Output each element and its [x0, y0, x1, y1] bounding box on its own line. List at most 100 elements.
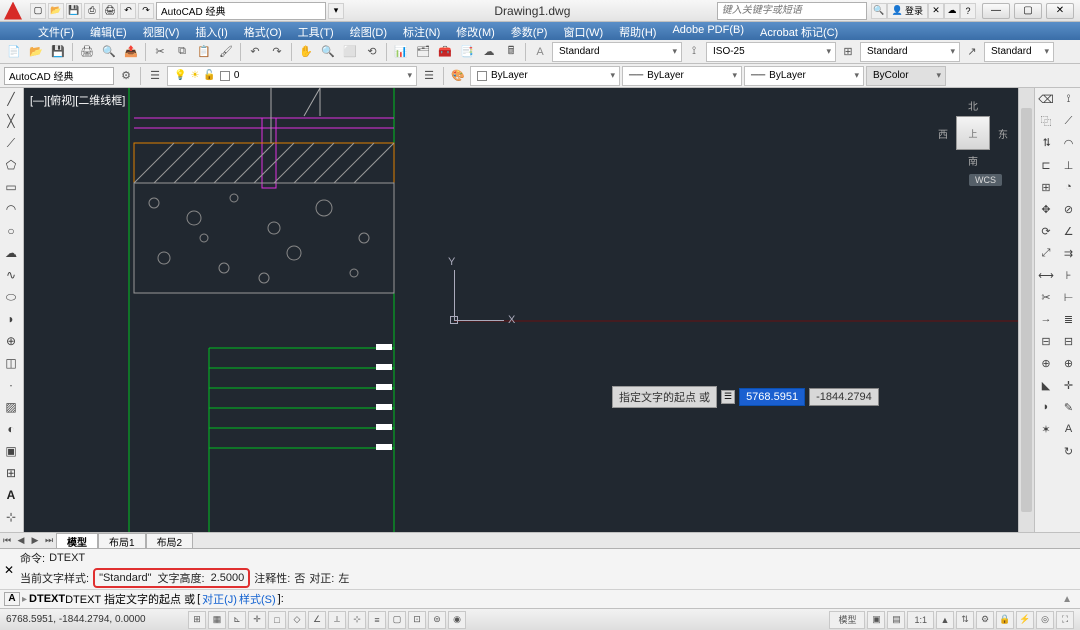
move-icon[interactable]: ✥: [1035, 198, 1057, 220]
saveas-icon[interactable]: ⎙: [84, 3, 100, 19]
zoom-icon[interactable]: 🔍: [318, 42, 338, 62]
vertical-scrollbar[interactable]: [1018, 88, 1034, 532]
workspace-combo-2[interactable]: AutoCAD 经典: [4, 67, 114, 85]
lwt-icon[interactable]: ≡: [368, 611, 386, 629]
menu-adobe-pdf[interactable]: Adobe PDF(B): [664, 22, 752, 40]
tolerance-icon[interactable]: ⊕: [1058, 352, 1080, 374]
dimarc-icon[interactable]: ◠: [1058, 132, 1080, 154]
qp-icon[interactable]: ⊡: [408, 611, 426, 629]
search-icon[interactable]: 🔍: [871, 3, 887, 19]
menu-file[interactable]: 文件(F): [30, 22, 82, 40]
line-icon[interactable]: ╱: [0, 88, 22, 110]
redo2-icon[interactable]: ↷: [267, 42, 287, 62]
help-icon[interactable]: ?: [960, 3, 976, 19]
zoom-window-icon[interactable]: ⬜: [340, 42, 360, 62]
exchange-icon[interactable]: ✕: [928, 3, 944, 19]
fillet-icon[interactable]: ◗: [1035, 396, 1057, 418]
markup-icon[interactable]: ☁: [479, 42, 499, 62]
dimbreak-icon[interactable]: ⊟: [1058, 330, 1080, 352]
view-cube[interactable]: 北 南 西 东 上: [938, 98, 1008, 168]
preview-icon[interactable]: 🔍: [99, 42, 119, 62]
match-icon[interactable]: 🖌: [216, 42, 236, 62]
qview-layouts-icon[interactable]: ▣: [867, 611, 885, 629]
menu-acrobat[interactable]: Acrobat 标记(C): [752, 22, 846, 40]
menu-draw[interactable]: 绘图(D): [342, 22, 395, 40]
menu-view[interactable]: 视图(V): [135, 22, 188, 40]
table-icon[interactable]: ⊞: [0, 462, 22, 484]
anno-auto-icon[interactable]: ⇅: [956, 611, 974, 629]
dynamic-input-menu-icon[interactable]: ☰: [721, 390, 735, 404]
zoom-prev-icon[interactable]: ⟲: [362, 42, 382, 62]
horizontal-scrollbar[interactable]: [193, 534, 1080, 548]
arc-icon[interactable]: ◠: [0, 198, 22, 220]
dimedit-icon[interactable]: ✎: [1058, 396, 1080, 418]
publish-icon[interactable]: 📤: [121, 42, 141, 62]
dimrad-icon[interactable]: ◔: [1058, 176, 1080, 198]
ortho-icon[interactable]: ⊾: [228, 611, 246, 629]
chamfer-icon[interactable]: ◣: [1035, 374, 1057, 396]
color-icon[interactable]: 🎨: [448, 66, 468, 86]
menu-edit[interactable]: 编辑(E): [82, 22, 135, 40]
menu-format[interactable]: 格式(O): [236, 22, 290, 40]
qdim-icon[interactable]: ⇉: [1058, 242, 1080, 264]
extend-icon[interactable]: →: [1035, 308, 1057, 330]
coordinates-display[interactable]: 6768.5951, -1844.2794, 0.0000: [6, 614, 186, 625]
ws-switch-icon[interactable]: ⚙: [976, 611, 994, 629]
ducs-icon[interactable]: ⟂: [328, 611, 346, 629]
linetype-dropdown[interactable]: ── ByLayer: [622, 66, 742, 86]
polar-icon[interactable]: ✛: [248, 611, 266, 629]
menu-insert[interactable]: 插入(I): [187, 22, 235, 40]
pline-icon[interactable]: ⟋: [0, 132, 22, 154]
am-icon[interactable]: ◉: [448, 611, 466, 629]
redo-icon[interactable]: ↷: [138, 3, 154, 19]
menu-dimension[interactable]: 标注(N): [395, 22, 448, 40]
erase-icon[interactable]: ⌫: [1035, 88, 1057, 110]
clean-screen-icon[interactable]: ⛶: [1056, 611, 1074, 629]
cut-icon[interactable]: ✂: [150, 42, 170, 62]
rectangle-icon[interactable]: ▭: [0, 176, 22, 198]
menu-parametric[interactable]: 参数(P): [503, 22, 556, 40]
mleader-style-dropdown[interactable]: Standard: [984, 42, 1054, 62]
3dosnap-icon[interactable]: ◇: [288, 611, 306, 629]
undo-icon[interactable]: ↶: [120, 3, 136, 19]
ellipse-icon[interactable]: ⬭: [0, 286, 22, 308]
drawing-canvas[interactable]: [—][俯视][二维线框]: [24, 88, 1018, 532]
point-icon[interactable]: ∙: [0, 374, 22, 396]
dimbase-icon[interactable]: ⊦: [1058, 264, 1080, 286]
command-icon[interactable]: A: [4, 592, 20, 606]
ssm-icon[interactable]: 📑: [457, 42, 477, 62]
table-style-icon[interactable]: ⊞: [838, 42, 858, 62]
dimspace-icon[interactable]: ≣: [1058, 308, 1080, 330]
color-dropdown[interactable]: ByLayer: [470, 66, 620, 86]
ws-settings-icon[interactable]: ⚙: [116, 66, 136, 86]
new-icon[interactable]: ▢: [30, 3, 46, 19]
command-expand-icon[interactable]: ▲: [1058, 594, 1076, 605]
offset-icon[interactable]: ⊏: [1035, 154, 1057, 176]
centermark-icon[interactable]: ✛: [1058, 374, 1080, 396]
tab-layout1[interactable]: 布局1: [98, 533, 146, 549]
plot2-icon[interactable]: 🖨: [77, 42, 97, 62]
dyn-icon[interactable]: ⊹: [348, 611, 366, 629]
model-space-button[interactable]: 模型: [829, 611, 865, 629]
addselected-icon[interactable]: ⊹: [0, 506, 22, 528]
opt-justify[interactable]: 对正(J): [202, 591, 237, 607]
dimcont-icon[interactable]: ⊢: [1058, 286, 1080, 308]
layer-state-dropdown[interactable]: 💡 ☀ 🔓 0: [167, 66, 417, 86]
insert-icon[interactable]: ⊕: [0, 330, 22, 352]
block-icon[interactable]: ◫: [0, 352, 22, 374]
menu-window[interactable]: 窗口(W): [555, 22, 611, 40]
dim-style-dropdown[interactable]: ISO-25: [706, 42, 836, 62]
anno-scale-dd[interactable]: 1:1: [907, 611, 934, 629]
sc-icon[interactable]: ⊜: [428, 611, 446, 629]
dim-style-icon[interactable]: ⟟: [684, 42, 704, 62]
dimlin-icon[interactable]: ⟟: [1058, 88, 1080, 110]
plotstyle-dropdown[interactable]: ByColor: [866, 66, 946, 86]
open-icon[interactable]: 📂: [48, 3, 64, 19]
tab-next-icon[interactable]: ▶: [28, 535, 42, 546]
break-icon[interactable]: ⊟: [1035, 330, 1057, 352]
layer-props-icon[interactable]: ☰: [145, 66, 165, 86]
dimtedit-icon[interactable]: A: [1058, 418, 1080, 440]
dimalign-icon[interactable]: ⟋: [1058, 110, 1080, 132]
circle-icon[interactable]: ○: [0, 220, 22, 242]
mirror-icon[interactable]: ⮁: [1035, 132, 1057, 154]
